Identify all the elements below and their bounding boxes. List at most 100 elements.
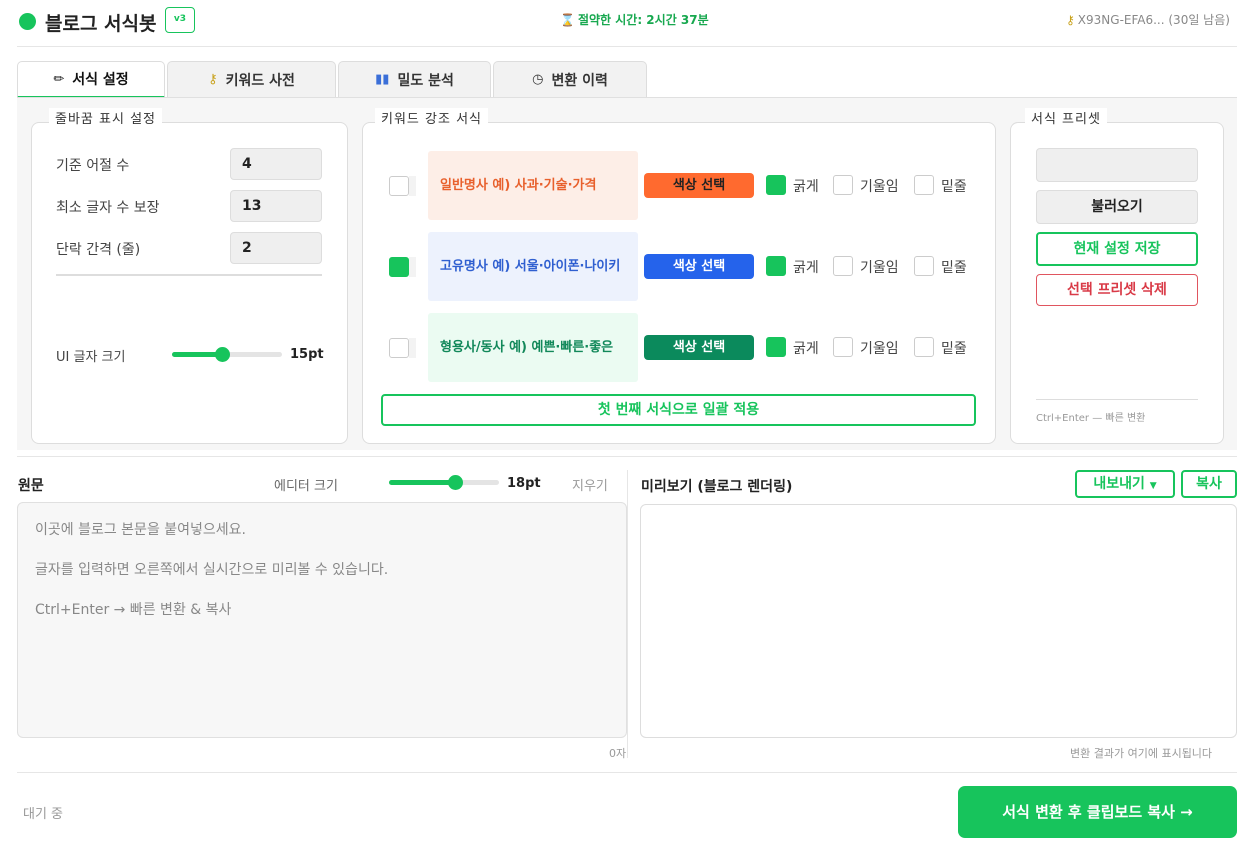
line-break-legend: 줄바꿈 표시 설정 <box>49 108 162 127</box>
char-count: 0자 <box>609 747 627 760</box>
row-enable-checkbox[interactable] <box>389 176 409 196</box>
divider <box>56 274 322 276</box>
italic-checkbox[interactable] <box>833 337 853 357</box>
presets-legend: 서식 프리셋 <box>1025 108 1107 127</box>
ui-font-value: 15pt <box>290 347 324 362</box>
preview-title: 미리보기 (블로그 렌더링) <box>641 479 793 495</box>
copy-button[interactable]: 복사 <box>1181 470 1237 498</box>
editor-size-value: 18pt <box>507 476 541 491</box>
status-text: 대기 중 <box>23 807 64 822</box>
placeholder-line <box>35 580 626 600</box>
hourglass-icon: ⌛ <box>560 13 575 27</box>
export-button[interactable]: 내보내기 ▼ <box>1075 470 1175 498</box>
underline-label: 밑줄 <box>941 179 967 195</box>
placeholder-line: 이곳에 블로그 본문을 붙여넣으세요. <box>35 522 246 538</box>
checkbox-shadow <box>409 257 416 277</box>
preview-hint: 변환 결과가 여기에 표시됩니다 <box>1070 747 1213 760</box>
keyword-type-preview: 형용사/동사 예) 예쁜·빠른·좋은 <box>428 313 638 382</box>
ui-font-slider[interactable] <box>172 347 282 363</box>
underline-checkbox[interactable] <box>914 256 934 276</box>
keyword-type-preview: 고유명사 예) 서울·아이폰·나이키 <box>428 232 638 301</box>
saved-time: ⌛ 절약한 시간: 2시간 37분 <box>560 11 709 28</box>
apply-all-button[interactable]: 첫 번째 서식으로 일괄 적용 <box>381 394 976 426</box>
para-gap-input[interactable]: 2 <box>230 232 322 264</box>
editor-size-slider[interactable] <box>389 475 499 491</box>
section-divider <box>17 456 1237 457</box>
clock-icon: ◷ <box>532 72 544 87</box>
preview-area <box>640 504 1237 738</box>
status-dot <box>19 13 36 30</box>
color-select-button[interactable]: 색상 선택 <box>644 173 754 198</box>
row-enable-checkbox[interactable] <box>389 338 409 358</box>
license-info: ⚷ X93NG-EFA6... (30일 남음) <box>1066 11 1230 28</box>
tab-label: 밀도 분석 <box>397 72 454 89</box>
key-icon: ⚷ <box>208 72 218 87</box>
placeholder-line: 글자를 입력하면 오른쪽에서 실시간으로 미리볼 수 있습니다. <box>35 562 389 578</box>
source-placeholder: 이곳에 블로그 본문을 붙여넣으세요. 글자를 입력하면 오른쪽에서 실시간으로… <box>18 503 626 620</box>
source-title: 원문 <box>18 478 44 494</box>
bold-checkbox[interactable] <box>766 256 786 276</box>
bold-label: 굵게 <box>793 341 819 357</box>
italic-label: 기울임 <box>860 260 899 276</box>
source-editor[interactable]: 이곳에 블로그 본문을 붙여넣으세요. 글자를 입력하면 오른쪽에서 실시간으로… <box>17 502 627 738</box>
row-enable-checkbox[interactable] <box>389 257 409 277</box>
italic-checkbox[interactable] <box>833 256 853 276</box>
app-title: 블로그 서식봇 <box>45 13 157 35</box>
bar-chart-icon: ▮▮ <box>375 72 390 87</box>
tab-density-analysis[interactable]: ▮▮ 밀도 분석 <box>338 61 491 97</box>
color-select-button[interactable]: 색상 선택 <box>644 254 754 279</box>
bold-checkbox[interactable] <box>766 337 786 357</box>
preset-select[interactable] <box>1036 148 1198 182</box>
phrase-count-label: 기준 어절 수 <box>56 158 130 174</box>
load-preset-button[interactable]: 불러오기 <box>1036 190 1198 224</box>
saved-time-text: 절약한 시간: 2시간 37분 <box>577 13 709 27</box>
checkbox-shadow <box>409 338 416 358</box>
pencil-icon: ✏ <box>53 71 65 87</box>
italic-label: 기울임 <box>860 341 899 357</box>
tab-label: 변환 이력 <box>551 72 608 89</box>
underline-checkbox[interactable] <box>914 175 934 195</box>
export-label: 내보내기 <box>1093 476 1145 492</box>
slider-fill <box>389 480 455 485</box>
slider-knob[interactable] <box>448 475 463 490</box>
color-select-button[interactable]: 색상 선택 <box>644 335 754 360</box>
bold-label: 굵게 <box>793 179 819 195</box>
underline-label: 밑줄 <box>941 260 967 276</box>
version-badge: v3 <box>165 7 195 33</box>
phrase-count-input[interactable]: 4 <box>230 148 322 180</box>
ui-font-label: UI 글자 크기 <box>56 350 126 365</box>
divider <box>1036 399 1198 400</box>
delete-preset-button[interactable]: 선택 프리셋 삭제 <box>1036 274 1198 306</box>
placeholder-line <box>35 540 626 560</box>
clear-button[interactable]: 지우기 <box>572 475 608 494</box>
tab-label: 키워드 사전 <box>225 72 295 89</box>
min-chars-label: 최소 글자 수 보장 <box>56 200 160 216</box>
para-gap-label: 단락 간격 (줄) <box>56 242 141 258</box>
italic-checkbox[interactable] <box>833 175 853 195</box>
shortcut-hint: Ctrl+Enter — 빠른 변환 <box>1036 413 1146 424</box>
bold-checkbox[interactable] <box>766 175 786 195</box>
underline-checkbox[interactable] <box>914 337 934 357</box>
checkbox-shadow <box>409 176 416 196</box>
min-chars-input[interactable]: 13 <box>230 190 322 222</box>
tab-conversion-history[interactable]: ◷ 변환 이력 <box>493 61 647 97</box>
split-divider[interactable] <box>627 470 628 758</box>
tab-keyword-dictionary[interactable]: ⚷ 키워드 사전 <box>167 61 336 97</box>
bold-label: 굵게 <box>793 260 819 276</box>
editor-size-label: 에디터 크기 <box>274 479 338 494</box>
header-divider <box>17 46 1237 47</box>
placeholder-line: Ctrl+Enter → 빠른 변환 & 복사 <box>35 602 232 618</box>
footer-divider <box>17 772 1237 773</box>
save-preset-button[interactable]: 현재 설정 저장 <box>1036 232 1198 266</box>
convert-copy-button[interactable]: 서식 변환 후 클립보드 복사 → <box>958 786 1237 838</box>
slider-knob[interactable] <box>215 347 230 362</box>
underline-label: 밑줄 <box>941 341 967 357</box>
italic-label: 기울임 <box>860 179 899 195</box>
keyword-type-preview: 일반명사 예) 사과·기술·가격 <box>428 151 638 220</box>
tab-format-settings[interactable]: ✏ 서식 설정 <box>17 61 165 98</box>
license-text: X93NG-EFA6... (30일 남음) <box>1077 13 1230 27</box>
keyword-format-legend: 키워드 강조 서식 <box>375 108 488 127</box>
chevron-down-icon: ▼ <box>1149 481 1157 491</box>
tab-label: 서식 설정 <box>72 72 129 88</box>
key-icon: ⚷ <box>1066 13 1075 27</box>
